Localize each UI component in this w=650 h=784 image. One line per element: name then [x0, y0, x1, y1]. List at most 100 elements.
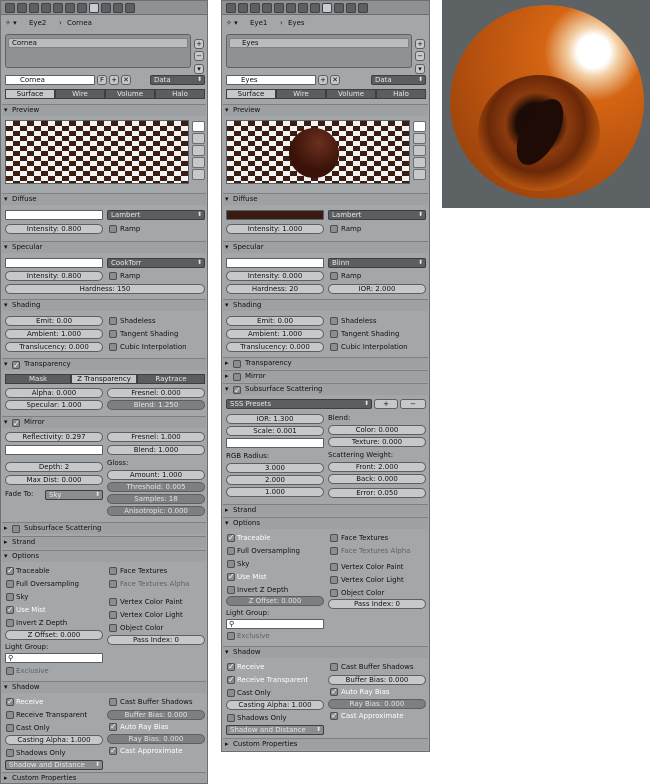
cubic-checkbox[interactable] — [109, 343, 117, 351]
raytrace-button[interactable]: Raytrace — [137, 374, 205, 384]
tab-volume[interactable]: Volume — [105, 89, 155, 99]
cubic-checkbox[interactable] — [330, 343, 338, 351]
vertex-light-checkbox[interactable] — [330, 576, 338, 584]
light-group-field[interactable]: ⚲ — [226, 619, 324, 629]
diffuse-intensity-field[interactable]: Intensity: 1.000 — [226, 224, 324, 234]
unlink-button[interactable]: ✕ — [330, 75, 340, 85]
cast-only-checkbox[interactable] — [227, 689, 235, 697]
diffuse-ramp-checkbox[interactable] — [109, 225, 117, 233]
transp-specular-field[interactable]: Specular: 1.000 — [5, 400, 103, 410]
preview-type-buttons[interactable] — [192, 121, 205, 181]
object-icon[interactable] — [41, 3, 51, 13]
tab-halo[interactable]: Halo — [376, 89, 426, 99]
buffer-bias-field[interactable]: Buffer Bias: 0.000 — [107, 710, 205, 720]
specular-shader-select[interactable]: CookTorr — [107, 258, 205, 268]
material-slot-list[interactable]: Eyes — [226, 34, 412, 68]
slot-menu-button[interactable]: ▾ — [194, 64, 204, 74]
face-textures-alpha-checkbox[interactable] — [330, 547, 338, 555]
add-material-button[interactable]: + — [318, 75, 328, 85]
radius-b-field[interactable]: 1.000 — [226, 487, 324, 497]
mirror-fresnel-field[interactable]: Fresnel: 1.000 — [107, 432, 205, 442]
shadows-only-checkbox[interactable] — [6, 749, 14, 757]
gloss-samples-field[interactable]: Samples: 18 — [107, 494, 205, 504]
particles-icon[interactable] — [113, 3, 123, 13]
mirror-blend-field[interactable]: Blend: 1.000 — [107, 445, 205, 455]
texture-icon[interactable] — [101, 3, 111, 13]
sss-checkbox[interactable] — [12, 525, 20, 533]
scene-icon[interactable] — [238, 3, 248, 13]
section-mirror[interactable]: Mirror — [2, 416, 206, 429]
shadeless-checkbox[interactable] — [109, 317, 117, 325]
sss-scale-field[interactable]: Scale: 0.001 — [226, 426, 324, 436]
material-breadcrumb[interactable]: Eyes — [288, 18, 305, 29]
exclusive-checkbox[interactable] — [227, 632, 235, 640]
diffuse-color[interactable] — [5, 210, 103, 220]
vertex-paint-checkbox[interactable] — [109, 598, 117, 606]
tab-surface[interactable]: Surface — [226, 89, 276, 99]
material-slot-item[interactable]: Cornea — [8, 38, 188, 48]
diffuse-color[interactable] — [226, 210, 324, 220]
sss-blend-texture-field[interactable]: Texture: 0.000 — [328, 437, 426, 447]
shadows-only-checkbox[interactable] — [227, 714, 235, 722]
material-slot-list[interactable]: Cornea — [5, 34, 191, 68]
gloss-amount-field[interactable]: Amount: 1.000 — [107, 470, 205, 480]
link-data-select[interactable]: Data — [150, 75, 205, 85]
use-mist-checkbox[interactable] — [6, 605, 14, 614]
section-strand[interactable]: Strand — [2, 536, 206, 548]
full-os-checkbox[interactable] — [227, 547, 235, 555]
sss-ior-field[interactable]: IOR: 1.300 — [226, 414, 324, 424]
section-options[interactable]: Options — [2, 550, 206, 562]
sky-checkbox[interactable] — [6, 593, 14, 601]
tangent-checkbox[interactable] — [109, 330, 117, 338]
max-dist-field[interactable]: Max Dist: 0.000 — [5, 475, 103, 485]
add-slot-button[interactable]: + — [415, 39, 425, 49]
casting-alpha-field[interactable]: Casting Alpha: 1.000 — [226, 700, 324, 710]
material-name-field[interactable]: Eyes — [226, 75, 316, 85]
section-preview[interactable]: Preview — [223, 104, 428, 116]
render-icon[interactable] — [5, 3, 15, 13]
cast-approx-checkbox[interactable] — [330, 711, 338, 720]
section-specular[interactable]: Specular — [2, 241, 206, 253]
texture-icon[interactable] — [334, 3, 344, 13]
reflectivity-field[interactable]: Reflectivity: 0.297 — [5, 432, 103, 442]
diffuse-intensity-field[interactable]: Intensity: 0.800 — [5, 224, 103, 234]
object-color-checkbox[interactable] — [109, 624, 117, 632]
section-preview[interactable]: Preview — [2, 104, 206, 116]
gloss-anisotropic-field[interactable]: Anisotropic: 0.000 — [107, 506, 205, 516]
sss-error-field[interactable]: Error: 0.050 — [328, 488, 426, 498]
face-textures-alpha-checkbox[interactable] — [109, 580, 117, 588]
world-icon[interactable] — [250, 3, 260, 13]
remove-preset-button[interactable]: − — [400, 399, 426, 409]
specular-intensity-field[interactable]: Intensity: 0.800 — [5, 271, 103, 281]
particles-icon[interactable] — [346, 3, 356, 13]
section-custom-properties[interactable]: Custom Properties — [223, 738, 428, 750]
emit-field[interactable]: Emit: 0.00 — [5, 316, 103, 326]
ztransp-button[interactable]: Z Transparency — [71, 374, 137, 384]
shadow-distance-select[interactable]: Shadow and Distance — [226, 725, 324, 735]
modifiers-icon[interactable] — [286, 3, 296, 13]
z-offset-field[interactable]: Z Offset: 0.000 — [5, 630, 103, 640]
auto-ray-checkbox[interactable] — [330, 687, 338, 696]
material-icon[interactable] — [89, 3, 99, 13]
tab-wire[interactable]: Wire — [276, 89, 326, 99]
object-breadcrumb[interactable]: Eye2 — [29, 18, 46, 29]
link-data-select[interactable]: Data — [371, 75, 426, 85]
specular-ramp-checkbox[interactable] — [109, 272, 117, 280]
traceable-checkbox[interactable] — [227, 533, 235, 542]
ambient-field[interactable]: Ambient: 1.000 — [5, 329, 103, 339]
sss-front-field[interactable]: Front: 2.000 — [328, 462, 426, 472]
world-icon[interactable] — [29, 3, 39, 13]
modifiers-icon[interactable] — [65, 3, 75, 13]
mask-button[interactable]: Mask — [5, 374, 71, 384]
remove-slot-button[interactable]: − — [194, 51, 204, 61]
transparency-checkbox[interactable] — [12, 360, 20, 371]
invert-z-checkbox[interactable] — [6, 619, 14, 627]
section-shading[interactable]: Shading — [2, 299, 206, 311]
tab-halo[interactable]: Halo — [155, 89, 205, 99]
invert-z-checkbox[interactable] — [227, 586, 235, 594]
section-sss[interactable]: Subsurface Scattering — [223, 383, 428, 396]
section-custom-properties[interactable]: Custom Properties — [2, 772, 206, 783]
vertex-paint-checkbox[interactable] — [330, 563, 338, 571]
section-options[interactable]: Options — [223, 517, 428, 529]
full-os-checkbox[interactable] — [6, 580, 14, 588]
